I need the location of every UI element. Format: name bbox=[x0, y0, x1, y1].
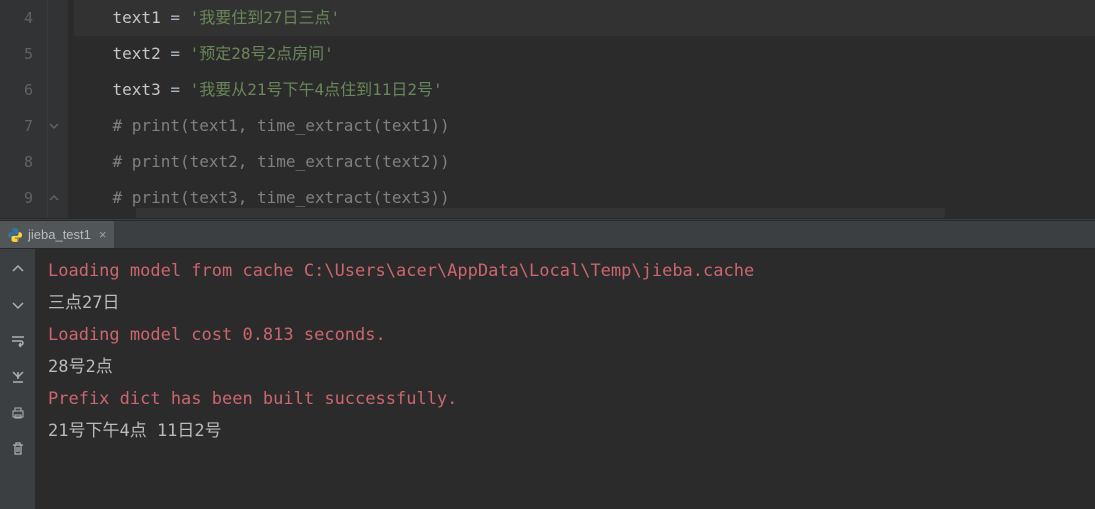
close-icon[interactable]: × bbox=[99, 227, 107, 242]
run-tool-window: jieba_test1 × Loading model from cache C… bbox=[0, 221, 1095, 509]
fold-close-icon[interactable] bbox=[49, 180, 59, 216]
trash-icon[interactable] bbox=[6, 437, 30, 461]
code-token: # print(text3, time_extract(text3)) bbox=[113, 188, 450, 207]
code-token: text1 bbox=[113, 8, 161, 27]
python-icon bbox=[8, 228, 22, 242]
console-line: 三点27日 bbox=[48, 287, 1083, 319]
code-line[interactable]: text3 = '我要从21号下午4点住到11日2号' bbox=[74, 72, 1095, 108]
console-output[interactable]: Loading model from cache C:\Users\acer\A… bbox=[36, 249, 1095, 509]
fold-open-icon[interactable] bbox=[49, 108, 59, 144]
code-token: text2 bbox=[113, 44, 161, 63]
line-number: 7 bbox=[0, 108, 33, 144]
line-number: 6 bbox=[0, 72, 33, 108]
code-line[interactable]: text1 = '我要住到27日三点' bbox=[74, 0, 1095, 36]
wrap-icon[interactable] bbox=[6, 329, 30, 353]
code-area[interactable]: text1 = '我要住到27日三点' text2 = '预定28号2点房间' … bbox=[68, 0, 1095, 218]
horizontal-scrollbar[interactable] bbox=[68, 208, 1095, 218]
scroll-end-icon[interactable] bbox=[6, 365, 30, 389]
code-token: '预定28号2点房间' bbox=[190, 44, 334, 63]
print-icon[interactable] bbox=[6, 401, 30, 425]
code-token: '我要从21号下午4点住到11日2号' bbox=[190, 80, 443, 99]
console-line: Prefix dict has been built successfully. bbox=[48, 383, 1083, 415]
run-tab-label: jieba_test1 bbox=[28, 227, 91, 242]
console-line: 21号下午4点 11日2号 bbox=[48, 415, 1083, 447]
run-tab-jieba-test1[interactable]: jieba_test1 × bbox=[0, 221, 114, 248]
console-line: 28号2点 bbox=[48, 351, 1083, 383]
code-line[interactable]: text2 = '预定28号2点房间' bbox=[74, 36, 1095, 72]
code-token: text3 bbox=[113, 80, 161, 99]
line-number: 4 bbox=[0, 0, 33, 36]
code-token: # print(text2, time_extract(text2)) bbox=[113, 152, 450, 171]
fold-column bbox=[48, 0, 68, 218]
console-toolbar bbox=[0, 249, 36, 509]
code-token: # print(text1, time_extract(text1)) bbox=[113, 116, 450, 135]
line-number: 9 bbox=[0, 180, 33, 216]
line-number-gutter: 456789 bbox=[0, 0, 48, 218]
line-number: 5 bbox=[0, 36, 33, 72]
code-token: = bbox=[161, 8, 190, 27]
code-token: = bbox=[161, 44, 190, 63]
code-line[interactable]: # print(text2, time_extract(text2)) bbox=[74, 144, 1095, 180]
code-line[interactable]: # print(text1, time_extract(text1)) bbox=[74, 108, 1095, 144]
line-number: 8 bbox=[0, 144, 33, 180]
console-line: Loading model from cache C:\Users\acer\A… bbox=[48, 255, 1083, 287]
up-icon[interactable] bbox=[6, 257, 30, 281]
down-icon[interactable] bbox=[6, 293, 30, 317]
code-token: = bbox=[161, 80, 190, 99]
code-token: '我要住到27日三点' bbox=[190, 8, 341, 27]
code-editor[interactable]: 456789 text1 = '我要住到27日三点' text2 = '预定28… bbox=[0, 0, 1095, 218]
run-tab-bar: jieba_test1 × bbox=[0, 221, 1095, 249]
console-line: Loading model cost 0.813 seconds. bbox=[48, 319, 1083, 351]
